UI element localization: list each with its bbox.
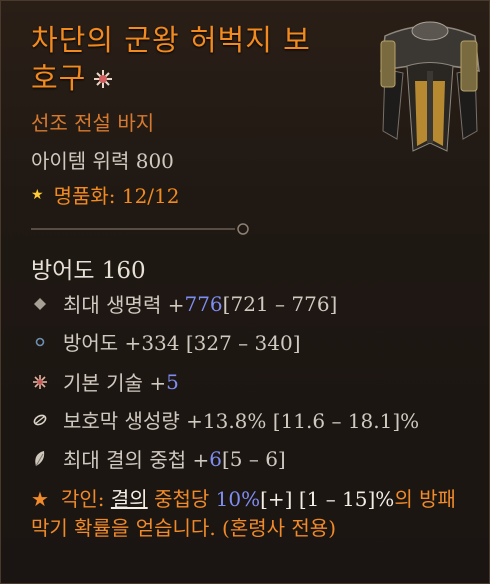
feather-icon: [31, 450, 49, 468]
item-tooltip: 차단의 군왕 허벅지 보 호구 선조 전설 바지 아이템 위력 800 ★ 명품…: [0, 0, 490, 584]
affix-max-life: 최대 생명력 +776 [721 – 776]: [31, 289, 337, 318]
affix-text: 방어도 +334 [327 – 340]: [63, 331, 301, 355]
armor-value: 방어도 160: [31, 258, 146, 284]
section-divider: [31, 223, 249, 235]
aspect-star-icon: ★: [31, 487, 49, 511]
aspect-range: [+] [1 – 15]%: [260, 487, 395, 511]
affix-text: 최대 생명력 +: [63, 293, 185, 317]
aspect-keyword: 결의: [110, 487, 148, 511]
star-burst-icon: [31, 373, 49, 391]
item-name-line2: 호구: [31, 61, 87, 95]
item-name: 차단의 군왕 허벅지 보 호구: [31, 21, 361, 97]
aspect-lead: 각인:: [61, 487, 111, 511]
affix-armor: 방어도 +334 [327 – 340]: [31, 327, 301, 356]
item-type: 선조 전설 바지: [31, 111, 155, 135]
aspect-mid: 중첩당: [147, 487, 216, 511]
affix-value: 6: [209, 446, 222, 471]
mastery-row: ★ 명품화: 12/12: [31, 180, 180, 209]
ancestral-icon: [94, 70, 113, 88]
item-power: 아이템 위력 800: [31, 149, 174, 173]
affix-text: 최대 결의 중첩 +: [63, 448, 210, 472]
affix-range: [721 – 776]: [222, 291, 338, 316]
affix-text: 보호막 생성량 +13.8% [11.6 – 18.1]%: [63, 409, 420, 433]
pants-item-icon: [380, 21, 480, 152]
affix-core-skills: 기본 기술 +5: [31, 367, 179, 396]
affix-value: 776: [184, 291, 223, 316]
tooltip-header: 차단의 군왕 허벅지 보 호구 선조 전설 바지 아이템 위력 800 ★ 명품…: [1, 1, 489, 235]
ring-icon: [31, 333, 49, 351]
affix-resolve: 최대 결의 중첩 +6 [5 – 6]: [31, 444, 286, 473]
affix-text: 기본 기술 +: [63, 371, 167, 395]
legendary-aspect: ★ 각인: 결의 중첩당 10%[+] [1 – 15]%의 방패막기 확률을 얻…: [31, 485, 471, 543]
aspect-value: 10%: [215, 487, 261, 511]
star-icon: ★: [31, 186, 44, 203]
affix-value: 5: [166, 369, 179, 394]
affix-range: [5 – 6]: [221, 446, 286, 471]
barrier-icon: [31, 411, 49, 429]
affix-barrier: 보호막 생성량 +13.8% [11.6 – 18.1]%: [31, 405, 419, 434]
mastery-label: 명품화: 12/12: [53, 184, 180, 208]
diamond-icon: [31, 295, 49, 313]
item-name-line1: 차단의 군왕 허벅지 보: [31, 23, 311, 57]
